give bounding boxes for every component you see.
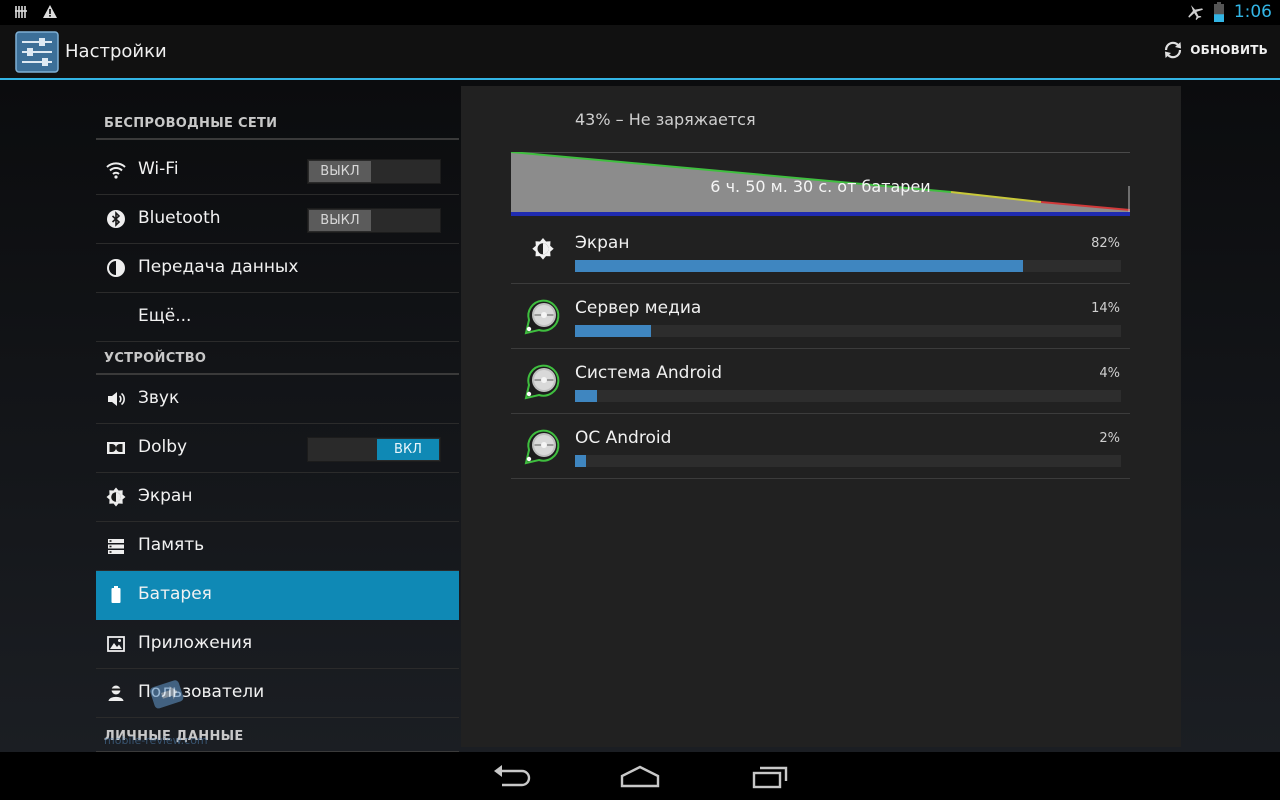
- storage-icon: [108, 539, 124, 554]
- usage-item-android-os[interactable]: ОС Android 2%: [511, 414, 1130, 479]
- battery-icon: [1213, 2, 1224, 22]
- usage-bar-fill: [575, 455, 586, 467]
- battery-icon: [111, 586, 121, 603]
- recent-apps-icon[interactable]: [746, 762, 794, 792]
- android-system-icon: [524, 364, 560, 400]
- dolby-toggle-knob: ВКЛ: [377, 439, 439, 460]
- android-system-icon: [524, 299, 560, 335]
- section-header-device: УСТРОЙСТВО: [96, 333, 459, 375]
- back-icon[interactable]: [488, 762, 536, 792]
- sidebar-item-label: Экран: [138, 486, 193, 506]
- wifi-icon: [106, 162, 126, 179]
- usage-bar-track: [575, 260, 1121, 272]
- watermark-text: mobile-review.com: [104, 734, 208, 747]
- sidebar-item-label: Wi-Fi: [138, 159, 179, 179]
- watermark-logo-icon: [150, 680, 184, 709]
- sidebar-item-dolby[interactable]: Dolby ВКЛ: [96, 424, 459, 473]
- battery-status: 43% – Не заряжается: [575, 110, 756, 129]
- clock: 1:06: [1233, 2, 1272, 22]
- warning-icon: [43, 5, 57, 18]
- refresh-icon: [1165, 41, 1182, 59]
- usage-percent: 14%: [1091, 301, 1120, 316]
- home-icon[interactable]: [616, 762, 664, 792]
- action-bar: Настройки ОБНОВИТЬ: [0, 25, 1280, 80]
- page-title: Настройки: [65, 41, 167, 62]
- android-system-icon: [524, 429, 560, 465]
- graph-baseline: [511, 212, 1130, 216]
- usage-percent: 4%: [1099, 366, 1120, 381]
- dolby-icon: [107, 442, 125, 454]
- battery-detail-panel: 43% – Не заряжается 6 ч. 50 м. 30 с. от …: [461, 86, 1181, 747]
- sidebar-item-sound[interactable]: Звук: [96, 375, 459, 424]
- sidebar-item-battery[interactable]: Батарея: [96, 571, 459, 620]
- refresh-label: ОБНОВИТЬ: [1190, 43, 1268, 57]
- usage-name: ОС Android: [575, 428, 672, 448]
- data-usage-icon: [107, 259, 125, 277]
- wifi-toggle[interactable]: ВЫКЛ: [307, 159, 441, 184]
- settings-list: БЕСПРОВОДНЫЕ СЕТИ Wi-Fi ВЫКЛ Bluetooth В…: [96, 80, 459, 753]
- sidebar-item-label: Приложения: [138, 633, 253, 653]
- usage-bar-fill: [575, 260, 1023, 272]
- usage-name: Экран: [575, 233, 630, 253]
- airplane-icon: [1188, 5, 1203, 21]
- status-bar: 1:06: [0, 0, 1280, 25]
- usage-percent: 82%: [1091, 236, 1120, 251]
- bluetooth-toggle-knob: ВЫКЛ: [309, 210, 371, 231]
- user-icon: [108, 685, 124, 701]
- content-area: БЕСПРОВОДНЫЕ СЕТИ Wi-Fi ВЫКЛ Bluetooth В…: [0, 80, 1280, 753]
- sidebar-item-label: Звук: [138, 388, 180, 408]
- usage-name: Сервер медиа: [575, 298, 702, 318]
- sidebar-item-bluetooth[interactable]: Bluetooth ВЫКЛ: [96, 195, 459, 244]
- sidebar-item-label: Bluetooth: [138, 208, 221, 228]
- sidebar-item-label: Dolby: [138, 437, 188, 457]
- dolby-toggle[interactable]: ВКЛ: [307, 437, 441, 462]
- brightness-icon: [532, 238, 554, 260]
- usage-bar-track: [575, 455, 1121, 467]
- sidebar-item-label: Батарея: [138, 584, 212, 604]
- usb-debug-icon: [15, 5, 27, 18]
- bluetooth-icon: [107, 210, 125, 228]
- sidebar-item-label: Память: [138, 535, 205, 555]
- sidebar-item-data-usage[interactable]: Передача данных: [96, 244, 459, 293]
- sidebar-item-apps[interactable]: Приложения: [96, 620, 459, 669]
- wifi-toggle-knob: ВЫКЛ: [309, 161, 371, 182]
- usage-bar-track: [575, 325, 1121, 337]
- speaker-icon: [108, 392, 125, 406]
- usage-item-android-system[interactable]: Система Android 4%: [511, 349, 1130, 414]
- apps-icon: [107, 636, 125, 652]
- usage-item-screen[interactable]: Экран 82%: [511, 219, 1130, 284]
- section-header-wireless: БЕСПРОВОДНЫЕ СЕТИ: [96, 98, 459, 140]
- navigation-bar: [0, 752, 1280, 800]
- sidebar-item-label: Передача данных: [138, 257, 299, 277]
- settings-sliders-icon[interactable]: [15, 31, 59, 73]
- sidebar-item-wifi[interactable]: Wi-Fi ВЫКЛ: [96, 146, 459, 195]
- usage-item-media-server[interactable]: Сервер медиа 14%: [511, 284, 1130, 349]
- usage-bar-fill: [575, 390, 597, 402]
- usage-percent: 2%: [1099, 431, 1120, 446]
- sidebar-item-label: Ещё...: [138, 306, 192, 326]
- usage-name: Система Android: [575, 363, 722, 383]
- usage-bar-track: [575, 390, 1121, 402]
- refresh-button[interactable]: ОБНОВИТЬ: [1162, 39, 1268, 61]
- usage-bar-fill: [575, 325, 652, 337]
- sidebar-item-display[interactable]: Экран: [96, 473, 459, 522]
- bluetooth-toggle[interactable]: ВЫКЛ: [307, 208, 441, 233]
- brightness-icon: [106, 487, 126, 507]
- sidebar-item-storage[interactable]: Память: [96, 522, 459, 571]
- battery-time-label: 6 ч. 50 м. 30 с. от батареи: [710, 177, 931, 196]
